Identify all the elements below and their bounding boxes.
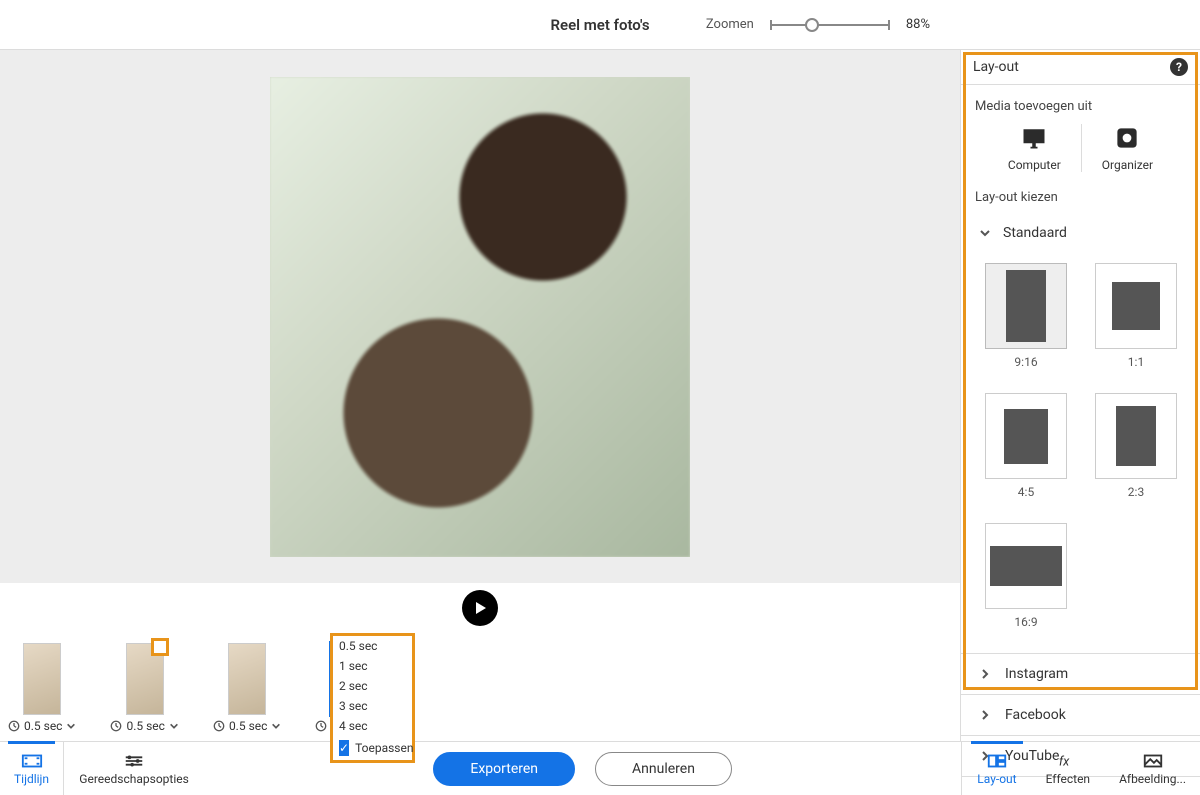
- export-button[interactable]: Exporteren: [433, 752, 575, 786]
- image-icon: [1142, 752, 1164, 770]
- layout-group-standard[interactable]: Standaard: [975, 215, 1186, 251]
- tab-tool-options[interactable]: Gereedschapsopties: [64, 742, 204, 795]
- canvas-column: 0.5 sec 0.5 sec 0.5 sec: [0, 50, 960, 741]
- media-source-computer[interactable]: Computer: [988, 124, 1081, 172]
- help-icon[interactable]: ?: [1170, 58, 1188, 76]
- timeline-clip[interactable]: 0.5 sec: [110, 643, 178, 733]
- play-button[interactable]: [462, 590, 498, 626]
- zoom-value: 88%: [906, 17, 930, 32]
- layout-icon: [986, 752, 1008, 770]
- apply-label: Toepassen: [355, 741, 413, 755]
- media-section-title: Media toevoegen uit: [975, 99, 1186, 114]
- organizer-icon: [1113, 124, 1141, 152]
- duration-option[interactable]: 0.5 sec: [333, 636, 412, 656]
- chevron-down-icon: [979, 227, 991, 239]
- duration-option[interactable]: 3 sec: [333, 696, 412, 716]
- aspect-ratio-1-1[interactable]: 1:1: [1095, 263, 1177, 369]
- highlight-marker: [151, 638, 169, 656]
- clip-thumbnail[interactable]: [23, 643, 61, 715]
- play-icon: [473, 600, 489, 616]
- tab-effects[interactable]: fx Effecten: [1031, 742, 1104, 795]
- clock-icon: [315, 720, 327, 732]
- clip-duration-dropdown[interactable]: 0.5 sec: [110, 719, 178, 733]
- svg-text:fx: fx: [1059, 754, 1070, 769]
- fx-icon: fx: [1057, 752, 1079, 770]
- page-title: Reel met foto's: [550, 16, 649, 34]
- duration-option[interactable]: 1 sec: [333, 656, 412, 676]
- media-sources: Computer Organizer: [975, 124, 1186, 172]
- title-bar: Reel met foto's Zoomen 88%: [0, 0, 1200, 50]
- cancel-button[interactable]: Annuleren: [595, 752, 732, 786]
- clock-icon: [8, 720, 20, 732]
- playback-row: [0, 583, 960, 633]
- bottom-center: Exporteren Annuleren: [204, 742, 961, 795]
- timeline-clip[interactable]: 0.5 sec: [8, 643, 76, 733]
- chevron-right-icon: [979, 668, 991, 680]
- timeline-strip: 0.5 sec 0.5 sec 0.5 sec: [0, 633, 960, 741]
- layout-group-instagram[interactable]: Instagram: [961, 654, 1200, 695]
- clip-duration-dropdown[interactable]: 0.5 sec: [8, 719, 76, 733]
- layout-group-facebook[interactable]: Facebook: [961, 695, 1200, 736]
- timeline-clip[interactable]: 0.5 sec: [213, 643, 281, 733]
- sliders-icon: [123, 752, 145, 770]
- bottom-bar: Tijdlijn Gereedschapsopties Exporteren A…: [0, 741, 1200, 795]
- zoom-slider-thumb[interactable]: [805, 18, 819, 32]
- duration-option[interactable]: 2 sec: [333, 676, 412, 696]
- layout-side-panel: Lay-out ? Media toevoegen uit Computer O…: [960, 50, 1200, 741]
- chevron-down-icon: [66, 721, 76, 731]
- aspect-ratio-2-3[interactable]: 2:3: [1095, 393, 1177, 499]
- monitor-icon: [1020, 124, 1048, 152]
- zoom-control: Zoomen 88%: [706, 17, 930, 32]
- filmstrip-icon: [21, 752, 43, 770]
- clock-icon: [110, 720, 122, 732]
- aspect-ratio-9-16[interactable]: 9:16: [985, 263, 1067, 369]
- side-panel-title: Lay-out: [973, 59, 1019, 75]
- duration-menu-popup: 0.5 sec 1 sec 2 sec 3 sec 4 sec ✓ Toepas…: [330, 633, 415, 763]
- duration-option[interactable]: 4 sec: [333, 716, 412, 736]
- preview-stage: [0, 50, 960, 583]
- bottom-left-tabs: Tijdlijn Gereedschapsopties: [0, 742, 204, 795]
- chevron-down-icon: [271, 721, 281, 731]
- tab-timeline[interactable]: Tijdlijn: [0, 742, 64, 795]
- zoom-label: Zoomen: [706, 17, 754, 32]
- clip-thumbnail[interactable]: [126, 643, 164, 715]
- clip-thumbnail[interactable]: [228, 643, 266, 715]
- media-source-organizer[interactable]: Organizer: [1081, 124, 1173, 172]
- aspect-ratio-4-5[interactable]: 4:5: [985, 393, 1067, 499]
- side-panel-header: Lay-out ?: [961, 50, 1200, 85]
- bottom-right-tabs: Lay-out fx Effecten Afbeelding...: [961, 742, 1200, 795]
- apply-checkbox[interactable]: ✓: [339, 740, 349, 756]
- chevron-down-icon: [169, 721, 179, 731]
- aspect-ratio-grid: 9:16 1:1 4:5 2:3 16:9: [975, 251, 1186, 649]
- aspect-ratio-16-9[interactable]: 16:9: [985, 523, 1067, 629]
- choose-layout-title: Lay-out kiezen: [975, 190, 1186, 205]
- tab-layout[interactable]: Lay-out: [962, 742, 1030, 795]
- tab-image[interactable]: Afbeelding...: [1104, 742, 1200, 795]
- duration-apply-row[interactable]: ✓ Toepassen: [333, 736, 412, 760]
- main-area: 0.5 sec 0.5 sec 0.5 sec: [0, 50, 1200, 741]
- chevron-right-icon: [979, 709, 991, 721]
- zoom-slider[interactable]: [770, 24, 890, 26]
- clip-duration-dropdown[interactable]: 0.5 sec: [213, 719, 281, 733]
- clock-icon: [213, 720, 225, 732]
- preview-image[interactable]: [270, 77, 690, 557]
